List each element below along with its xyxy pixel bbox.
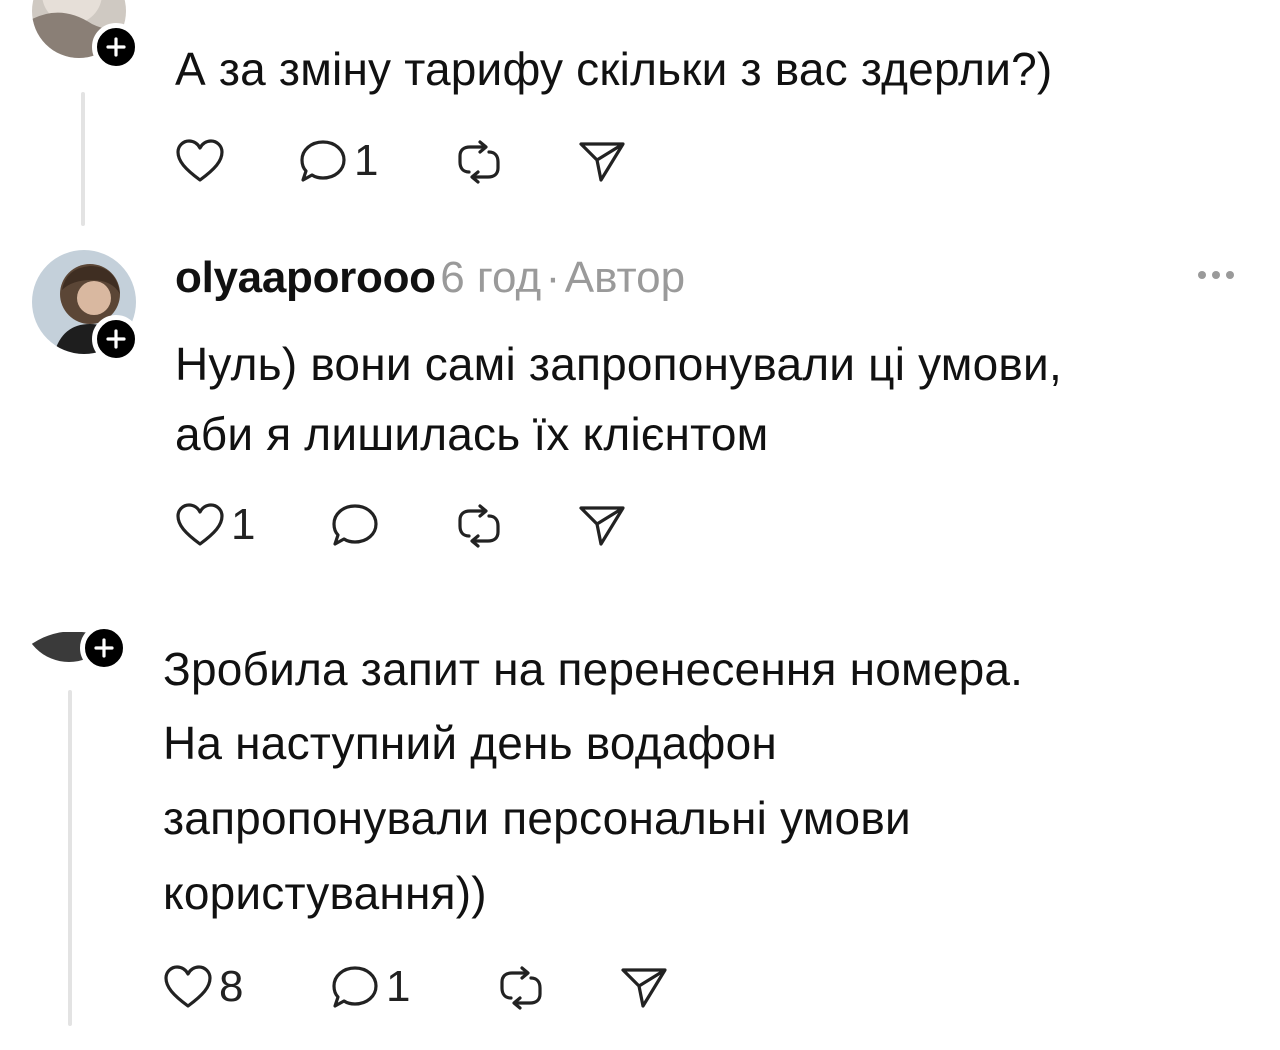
avatar-mask [0,560,130,632]
send-icon [579,506,625,546]
comment-text-line-4: користування)) [163,867,487,919]
like-button[interactable]: 1 [175,502,255,548]
reply-count: 1 [354,136,379,185]
share-button[interactable] [578,140,626,184]
heart-icon [176,503,224,546]
share-button[interactable] [578,504,626,548]
plus-icon [106,37,126,57]
repost-button[interactable] [497,966,545,1010]
comment-text-line-2: аби я лишилась їх клієнтом [175,408,769,460]
plus-icon [94,638,114,658]
reply-button[interactable]: 1 [330,964,410,1010]
like-count: 1 [231,500,256,549]
comment-icon [332,504,378,546]
send-icon [621,968,667,1008]
reply-button[interactable]: 1 [298,138,378,184]
repost-icon [458,504,500,548]
reply-count: 1 [386,962,411,1011]
comment-icon [300,140,346,182]
send-icon [579,142,625,182]
repost-button[interactable] [455,140,503,184]
comment-text-line-2: На наступний день водафон [163,717,777,769]
more-options-button[interactable] [1198,271,1234,279]
follow-button[interactable] [92,315,140,363]
meta-separator: · [545,253,561,302]
username[interactable]: olyaaporooo [175,253,436,302]
follow-button[interactable] [92,23,140,71]
thread-line [81,92,85,226]
comment-text: А за зміну тарифу скільки з вас здерли?) [175,43,1053,95]
repost-icon [500,966,542,1010]
like-button[interactable] [175,138,231,184]
share-button[interactable] [620,966,668,1010]
repost-button[interactable] [455,504,503,548]
follow-button[interactable] [80,624,128,672]
comment-icon [332,966,378,1008]
thread-line [68,690,72,1026]
reply-button[interactable] [330,502,386,548]
more-icon [1198,271,1206,279]
author-label: Автор [564,253,686,302]
repost-icon [458,140,500,184]
like-button[interactable]: 8 [163,964,243,1010]
plus-icon [106,329,126,349]
comment-text-line-3: запропонували персональні умови [163,792,911,844]
comment-header: olyaaporooo 6 год · Автор [175,250,685,316]
like-count: 8 [219,962,244,1011]
heart-icon [176,139,224,182]
timestamp: 6 год [440,253,542,302]
comment-text-line-1: Нуль) вони самі запропонували ці умови, [175,338,1062,390]
heart-icon [164,965,212,1008]
comment-text-line-1: Зробила запит на перенесення номера. [163,643,1024,695]
